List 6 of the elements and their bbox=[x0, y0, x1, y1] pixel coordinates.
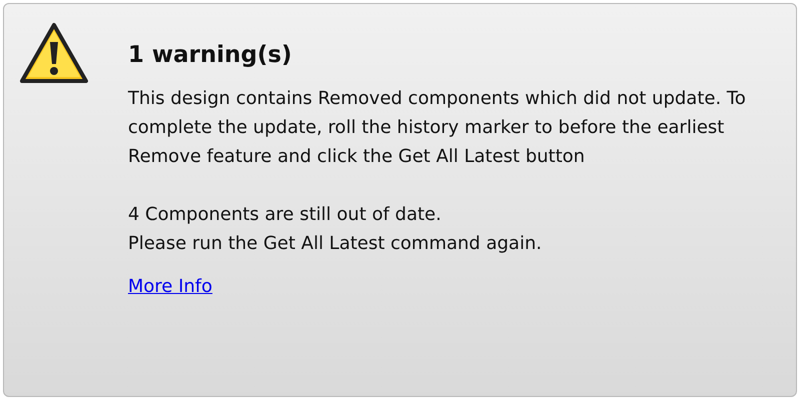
status-line: Please run the Get All Latest command again. bbox=[128, 232, 543, 256]
warning-message: This design contains Removed components which did not update. To complete the update, roll the history marker to before the earliest Remove feature and click the Get All Latest button bbox=[128, 87, 747, 169]
warning-icon bbox=[20, 22, 88, 84]
more-info-link[interactable]: More Info bbox=[128, 272, 212, 301]
status-line: 4 Components are still out of date. bbox=[128, 203, 442, 227]
warning-title: 1 warning(s) bbox=[128, 42, 293, 68]
